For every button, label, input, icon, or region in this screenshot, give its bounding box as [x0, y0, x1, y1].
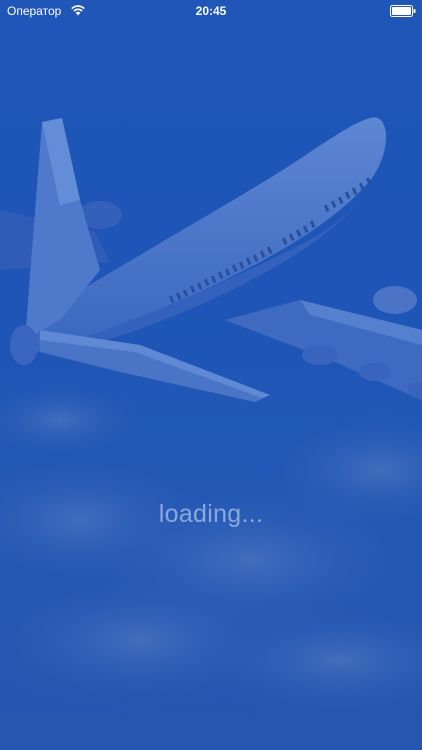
splash-screen: Оператор 20:45 loading...	[0, 0, 422, 750]
loading-text: loading...	[158, 500, 264, 528]
airplane-background-image	[0, 117, 422, 720]
battery-icon	[390, 5, 416, 17]
status-bar: Оператор 20:45	[0, 0, 422, 22]
status-time: 20:45	[195, 4, 227, 18]
